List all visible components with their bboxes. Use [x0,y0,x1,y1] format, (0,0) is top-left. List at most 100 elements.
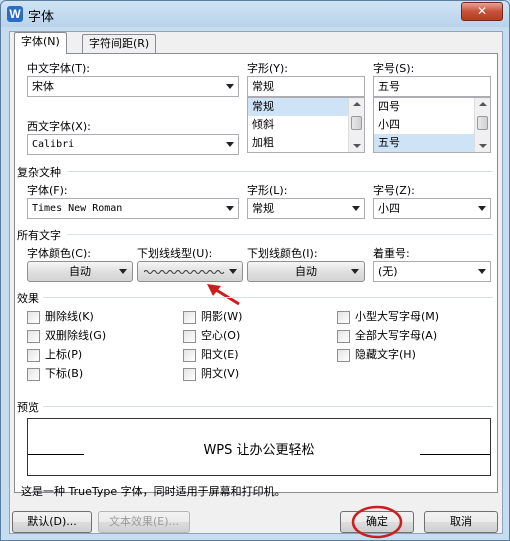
scroll-up-icon[interactable] [479,102,487,106]
divider [67,234,493,235]
underline-type-label: 下划线线型(U): [137,247,213,260]
style-option[interactable]: 倾斜 [248,116,364,134]
checkbox-label: 下标(B) [45,367,84,380]
underline-type-button[interactable] [137,261,243,282]
checkbox-label: 上标(P) [45,348,83,361]
cancel-button[interactable]: 取消 [424,511,498,533]
emphasis-value: (无) [378,265,398,278]
checkbox-box[interactable] [183,310,196,324]
engrave-checkbox[interactable]: 阴文(V) [183,367,239,383]
checkbox-box[interactable] [27,329,40,343]
title-bar: W 字体 ✕ [1,1,509,29]
checkbox-box[interactable] [337,348,350,362]
annotation-circle-icon [351,505,403,539]
subscript-checkbox[interactable]: 下标(B) [27,367,83,383]
preview-note: 这是一种 TrueType 字体，同时适用于屏幕和打印机。 [21,485,286,498]
close-button[interactable]: ✕ [461,2,503,21]
checkbox-box[interactable] [337,329,350,343]
tab-font[interactable]: 字体(N) [14,32,67,54]
emphasis-select[interactable]: (无) [373,261,491,282]
style-list-scrollbar[interactable] [348,98,364,152]
size-option[interactable]: 四号 [374,98,490,116]
tab-character-spacing[interactable]: 字符间距(R) [82,34,157,54]
preview-sample-text: WPS 让办公更轻松 [203,443,315,458]
size-input[interactable]: 五号 [373,76,491,97]
size-list-scrollbar[interactable] [474,98,490,152]
style-list[interactable]: 常规 倾斜 加粗 [247,97,365,153]
chinese-font-label: 中文字体(T): [27,62,91,75]
checkbox-box[interactable] [27,348,40,362]
complex-style-select[interactable]: 常规 [247,198,365,219]
chevron-down-icon [226,84,234,89]
emboss-checkbox[interactable]: 阳文(E) [183,348,239,364]
superscript-checkbox[interactable]: 上标(P) [27,348,82,364]
preview-header: 预览 [17,401,39,414]
chinese-font-select[interactable]: 宋体 [27,76,239,97]
style-option[interactable]: 加粗 [248,134,364,152]
size-list[interactable]: 四号 小四 五号 [373,97,491,153]
checkbox-label: 阳文(E) [201,348,239,361]
hidden-text-checkbox[interactable]: 隐藏文字(H) [337,348,416,364]
wps-app-icon: W [7,6,23,22]
checkbox-box[interactable] [183,329,196,343]
checkbox-label: 阴影(W) [201,310,243,323]
divider [43,297,493,298]
size-label: 字号(S): [373,62,415,75]
dialog-title: 字体 [28,10,55,25]
complex-font-value: Times New Roman [32,203,123,214]
western-font-label: 西文字体(X): [27,120,91,133]
chevron-down-icon [478,206,486,211]
checkbox-label: 删除线(K) [45,310,94,323]
chevron-down-icon [226,206,234,211]
shadow-checkbox[interactable]: 阴影(W) [183,310,242,326]
checkbox-label: 阴文(V) [201,367,240,380]
checkbox-label: 空心(O) [201,329,241,342]
complex-script-header: 复杂文种 [17,166,61,179]
dialog-body: 字体(N) 字符间距(R) 中文字体(T): 宋体 字形(Y): 常规 常规 倾… [9,31,503,539]
strikethrough-checkbox[interactable]: 删除线(K) [27,310,94,326]
complex-size-value: 小四 [378,202,400,215]
style-option[interactable]: 常规 [248,98,364,116]
checkbox-box[interactable] [337,310,350,324]
all-caps-checkbox[interactable]: 全部大写字母(A) [337,329,437,345]
checkbox-box[interactable] [27,310,40,324]
checkbox-label: 双删除线(G) [45,329,107,342]
scroll-thumb[interactable] [477,116,488,130]
style-input[interactable]: 常规 [247,76,365,97]
divider [43,406,493,407]
emphasis-label: 着重号: [373,247,410,260]
checkbox-box[interactable] [183,367,196,381]
font-tab-panel: 中文字体(T): 宋体 字形(Y): 常规 常规 倾斜 加粗 字号(S): 五号… [14,53,498,498]
divider [67,171,493,172]
text-effects-button[interactable]: 文本效果(E)... [98,511,190,533]
checkbox-box[interactable] [27,367,40,381]
outline-checkbox[interactable]: 空心(O) [183,329,240,345]
scroll-down-icon[interactable] [479,144,487,148]
scroll-thumb[interactable] [351,116,362,130]
small-caps-checkbox[interactable]: 小型大写字母(M) [337,310,439,326]
complex-font-select[interactable]: Times New Roman [27,198,239,219]
size-option[interactable]: 小四 [374,116,490,134]
scroll-up-icon[interactable] [353,102,361,106]
default-button[interactable]: 默认(D)... [12,511,92,533]
complex-size-label: 字号(Z): [373,184,415,197]
effects-header: 效果 [17,292,39,305]
complex-style-value: 常规 [252,202,274,215]
western-font-select[interactable]: Calibri [27,134,239,155]
underline-color-label: 下划线颜色(I): [247,247,318,260]
chevron-down-icon [226,142,234,147]
style-label: 字形(Y): [247,62,289,75]
double-strikethrough-checkbox[interactable]: 双删除线(G) [27,329,106,345]
complex-size-select[interactable]: 小四 [373,198,491,219]
chinese-font-value: 宋体 [32,80,54,93]
font-dialog: W 字体 ✕ 字体(N) 字符间距(R) 中文字体(T): 宋体 字形(Y): … [0,0,510,541]
checkbox-label: 小型大写字母(M) [355,310,440,323]
checkbox-box[interactable] [183,348,196,362]
underline-color-value: 自动 [295,265,317,278]
scroll-down-icon[interactable] [353,144,361,148]
underline-color-button[interactable]: 自动 [247,261,365,282]
wavy-underline-icon [144,270,225,274]
font-color-button[interactable]: 自动 [27,261,133,282]
chevron-down-icon [119,269,127,274]
size-option[interactable]: 五号 [374,134,490,152]
